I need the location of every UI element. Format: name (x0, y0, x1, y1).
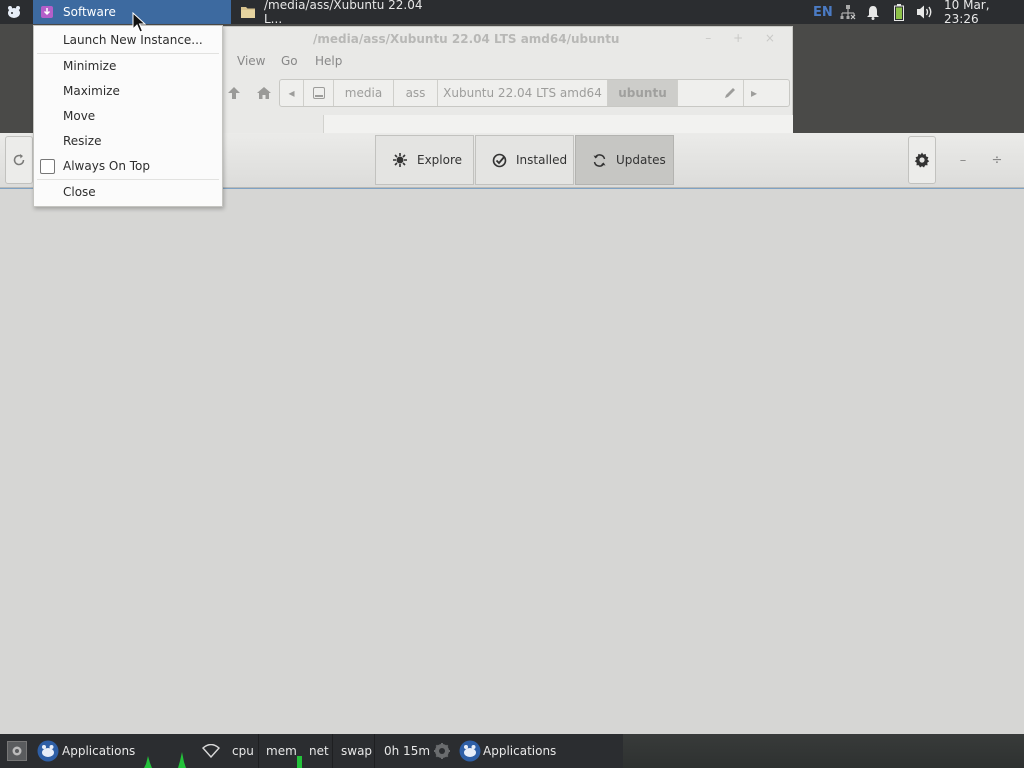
xfce-applications-icon (459, 740, 481, 762)
menu-help[interactable]: Help (315, 54, 342, 68)
menu-go[interactable]: Go (281, 54, 298, 68)
menu-item-resize[interactable]: Resize (34, 130, 222, 152)
tab-label: Explore (417, 153, 463, 167)
settings-gear-icon (7, 741, 27, 761)
window-title-buttons: – + × (705, 31, 784, 45)
keyboard-layout-indicator[interactable]: EN (813, 0, 833, 24)
explore-icon (392, 152, 408, 168)
bottom-panel: Applications cpu mem net swap 0h 15m App… (0, 734, 1024, 768)
mem-meter (297, 756, 302, 768)
menu-view[interactable]: View (237, 54, 265, 68)
minimize-button[interactable]: – (954, 151, 972, 169)
xfce-mouse-icon (8, 6, 20, 18)
mouse-cursor-icon (132, 12, 146, 33)
tab-updates[interactable]: Updates (575, 135, 674, 185)
view-switcher: Explore Installed Updates (375, 135, 674, 185)
file-manager-toolbar: ◂ media ass Xubuntu 22.04 LTS amd64 ubun… (223, 79, 792, 107)
swap-monitor-label[interactable]: swap (341, 734, 372, 768)
menu-item-always-on-top[interactable]: Always On Top (34, 155, 222, 177)
cpu-meter (258, 734, 259, 768)
volume-icon[interactable] (915, 0, 935, 24)
menu-item-launch-new-instance[interactable]: Launch New Instance... (34, 29, 222, 51)
tab-label: Updates (616, 153, 666, 167)
menu-item-label: Move (63, 109, 96, 123)
tab-explore[interactable]: Explore (375, 135, 474, 185)
settings-button[interactable] (908, 136, 936, 184)
path-segment-ass[interactable]: ass (394, 80, 438, 106)
swap-meter (374, 734, 375, 768)
menu-item-label: Minimize (63, 59, 117, 73)
menu-item-label: Always On Top (63, 159, 150, 173)
menu-item-close[interactable]: Close (34, 181, 222, 203)
maximize-button[interactable]: ÷ (988, 151, 1006, 169)
path-back-arrow-icon[interactable]: ◂ (280, 80, 304, 106)
notification-bell-icon[interactable] (864, 0, 882, 24)
net-meter (332, 734, 333, 768)
xfce-applications-icon (37, 740, 59, 762)
show-desktop-button[interactable] (7, 734, 27, 768)
installed-check-icon (492, 152, 507, 168)
edit-path-pencil-icon[interactable] (678, 80, 744, 106)
tab-label: Installed (516, 153, 568, 167)
path-bar: ◂ media ass Xubuntu 22.04 LTS amd64 ubun… (279, 79, 790, 107)
applications-menu-button-2[interactable]: Applications (459, 734, 556, 768)
task-button-file-manager[interactable]: /media/ass/Xubuntu 22.04 L... (234, 0, 434, 26)
path-forward-arrow-icon[interactable]: ▸ (744, 80, 764, 106)
whisker-menu-button[interactable] (2, 0, 26, 24)
gear-icon (914, 152, 930, 168)
drive-icon[interactable] (304, 80, 334, 106)
panel-empty-area (623, 734, 1024, 768)
top-panel: Software /media/ass/Xubuntu 22.04 L... E… (0, 0, 1024, 26)
cpu-activity-graph (140, 752, 195, 768)
applications-label: Applications (62, 744, 136, 758)
menu-item-maximize[interactable]: Maximize (34, 80, 222, 102)
file-view-area[interactable] (323, 115, 793, 135)
go-up-icon[interactable] (225, 84, 243, 102)
refresh-icon (13, 154, 25, 166)
battery-icon[interactable] (892, 0, 906, 24)
path-segment-xubuntu[interactable]: Xubuntu 22.04 LTS amd64 (438, 80, 608, 106)
clock[interactable]: 10 Mar, 23:26 (944, 0, 1024, 26)
home-icon[interactable] (255, 84, 273, 102)
tab-installed[interactable]: Installed (475, 135, 574, 185)
net-monitor-label[interactable]: net (309, 734, 329, 768)
applications-menu-button[interactable]: Applications (37, 734, 135, 768)
network-icon[interactable] (838, 0, 858, 24)
window-title: /media/ass/Xubuntu 22.04 LTS amd64/ubunt… (313, 32, 620, 46)
menu-item-label: Maximize (63, 84, 120, 98)
software-window[interactable]: Explore Installed Updates – ÷ (0, 133, 1024, 734)
path-segment-media[interactable]: media (334, 80, 394, 106)
uptime-label: 0h 15m (384, 744, 431, 758)
folder-icon (240, 4, 256, 20)
cpu-monitor-label[interactable]: cpu (232, 734, 254, 768)
menu-item-label: Resize (63, 134, 102, 148)
mem-monitor-label[interactable]: mem (266, 734, 297, 768)
task-label: /media/ass/Xubuntu 22.04 L... (264, 0, 423, 26)
refresh-button[interactable] (5, 136, 33, 184)
updates-refresh-icon (592, 152, 607, 168)
menu-item-minimize[interactable]: Minimize (34, 55, 222, 77)
menu-separator (37, 179, 219, 180)
menu-item-label: Launch New Instance... (63, 33, 203, 47)
window-context-menu: Launch New Instance... Minimize Maximize… (33, 25, 223, 207)
always-on-top-checkbox[interactable] (40, 159, 55, 174)
menu-item-move[interactable]: Move (34, 105, 222, 127)
menu-item-label: Close (63, 185, 96, 199)
menu-separator (37, 53, 219, 54)
path-segment-ubuntu[interactable]: ubuntu (608, 80, 678, 106)
task-label: Software (63, 5, 116, 19)
uptime-gear-icon[interactable] (433, 734, 451, 768)
software-center-icon (39, 4, 55, 20)
wifi-icon[interactable] (202, 734, 220, 768)
file-manager-window[interactable]: /media/ass/Xubuntu 22.04 LTS amd64/ubunt… (222, 26, 793, 136)
applications-label: Applications (483, 744, 557, 758)
